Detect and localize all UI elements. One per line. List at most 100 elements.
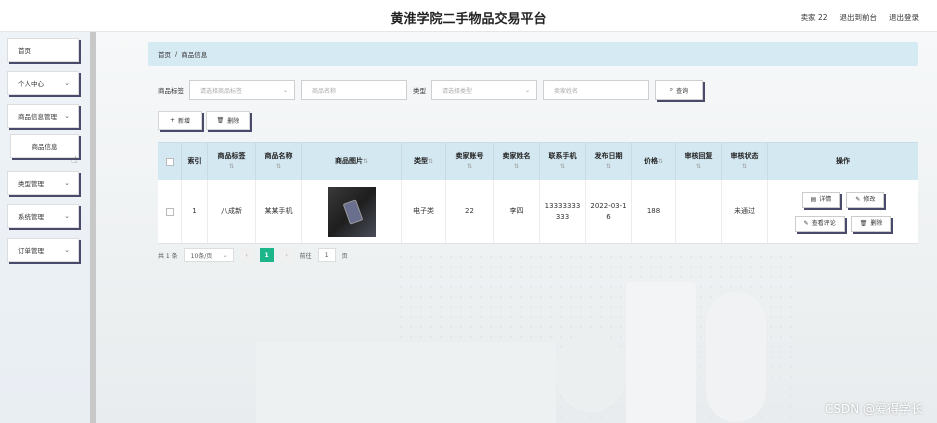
sidebar-item-goods-management[interactable]: 商品信息管理 ⌄ [7,104,79,128]
view-reviews-button[interactable]: ✎ 查看评论 [794,215,845,232]
goto-label: 前往 [299,252,312,260]
prev-page-button[interactable]: ‹ [239,248,254,262]
page-size-select[interactable]: 10条/页 ⌄ [183,248,234,262]
header-label: 卖家姓名 [502,152,531,161]
view-reviews-label: 查看评论 [811,220,836,227]
header-date[interactable]: 发布日期 ⇅ [586,143,632,180]
select-all-checkbox[interactable] [165,157,174,166]
sidebar-item-type-management[interactable]: 类型管理 ⌄ [7,171,79,195]
row-delete-button[interactable]: 🗑 删除 [850,215,892,232]
logout-link[interactable]: 退出登录 [889,12,919,23]
type-select-placeholder: 请选择类型 [442,87,473,95]
sidebar-item-home[interactable]: 首页 [7,38,79,62]
sidebar-item-label: 系统管理 [18,213,44,221]
table-header: 索引 商品标签 ⇅ 商品名称 ⇅ 商品图片 ⇅ 类型 ⇅ 卖家账号 ⇅ 卖家姓名 ⇅ 联… [158,142,918,180]
mouse-cursor-icon: ☝ [71,155,78,166]
sort-icon: ⇅ [466,162,473,170]
cell-phone: 13333333333 [540,180,586,243]
header-seller-account[interactable]: 卖家账号 ⇅ [446,143,494,180]
tag-select[interactable]: 请选择商品标签 ⌄ [189,80,295,100]
breadcrumb-home[interactable]: 首页 [158,49,171,59]
sidebar-item-order-management[interactable]: 订单管理 ⌄ [7,238,79,262]
cell-name: 某某手机 [256,180,302,243]
delete-button-label: 删除 [227,118,240,125]
table-row: 1 八成新 某某手机 电子类 22 李四 13333333333 2022-03… [158,180,918,244]
row-actions-bottom: ✎ 查看评论 🗑 删除 [794,215,892,232]
chevron-down-icon: ⌄ [64,112,70,120]
trash-icon: 🗑 [216,117,225,124]
cell-type: 电子类 [402,180,446,243]
user-name: 卖家 22 [800,13,828,22]
main-content: 首页 / 商品信息 商品标签 请选择商品标签 ⌄ 商品名称 类型 请选择类型 ⌄… [96,32,937,423]
header-price[interactable]: 价格 ⇅ [632,143,676,180]
page-number-current[interactable]: 1 [259,248,274,262]
page-title: 黄淮学院二手物品交易平台 [390,12,547,27]
background-shape [706,292,766,422]
sort-icon: ⇅ [228,162,235,170]
header-image[interactable]: 商品图片 ⇅ [302,143,402,180]
header-label: 类型 [413,156,428,165]
cell-seller-name: 李四 [494,180,540,243]
breadcrumb: 首页 / 商品信息 [148,42,918,66]
name-input-placeholder: 商品名称 [312,87,337,95]
header-label: 卖家账号 [455,152,484,161]
search-button-label: 查询 [676,87,689,95]
header-reply[interactable]: 审核回复 ⇅ [676,143,722,180]
search-icon: ⌕ [669,86,674,93]
back-to-front-link[interactable]: 退出到前台 [840,12,878,23]
edit-button-label: 修改 [863,196,876,203]
header-label: 发布日期 [594,152,623,161]
row-delete-label: 删除 [870,220,883,227]
goods-thumbnail[interactable] [327,186,376,237]
sort-icon: ⇅ [657,157,664,165]
background-shape [626,282,696,423]
sort-icon: ⇅ [275,162,282,170]
tag-select-placeholder: 请选择商品标签 [200,87,243,95]
chevron-down-icon: ⌄ [64,179,70,187]
cell-image [302,180,402,243]
next-page-button[interactable]: › [279,248,294,262]
type-select[interactable]: 请选择类型 ⌄ [431,80,537,100]
action-row: + 新增 🗑 删除 [158,111,250,130]
header-status[interactable]: 审核状态 ⇅ [722,143,768,180]
add-button[interactable]: + 新增 [158,111,202,130]
seller-input[interactable]: 卖家姓名 [543,80,649,100]
breadcrumb-current: 商品信息 [181,51,208,59]
breadcrumb-separator: / [175,50,178,58]
edit-button[interactable]: ✎ 修改 [846,191,885,208]
header-checkbox-cell [158,143,182,180]
header-phone[interactable]: 联系手机 ⇅ [540,143,586,180]
cell-index: 1 [182,180,208,243]
name-input[interactable]: 商品名称 [301,80,407,100]
search-button[interactable]: ⌕ 查询 [655,80,703,100]
tag-label: 商品标签 [158,87,184,95]
header-label: 联系手机 [548,152,577,161]
sidebar-item-system-management[interactable]: 系统管理 ⌄ [7,204,79,228]
chevron-down-icon: ⌄ [64,212,70,220]
header-label: 审核状态 [730,152,759,161]
header-label: 商品名称 [264,152,293,161]
header-label: 价格 [643,156,658,165]
page-suffix: 页 [341,252,348,260]
phone-image [342,198,363,225]
header-tag[interactable]: 商品标签 ⇅ [208,143,256,180]
header-label: 索引 [187,156,202,165]
chevron-down-icon: ⌄ [64,79,70,87]
header-type[interactable]: 类型 ⇅ [402,143,446,180]
sidebar-subitem-goods-info[interactable]: 商品信息 [10,134,79,158]
header-label: 商品标签 [217,152,246,161]
detail-button[interactable]: ▤ 详情 [801,191,841,208]
header-name[interactable]: 商品名称 ⇅ [256,143,302,180]
row-checkbox[interactable] [165,207,174,216]
sidebar-item-label: 首页 [18,47,31,55]
goto-page-input[interactable]: 1 [317,248,336,262]
header-seller-name[interactable]: 卖家姓名 ⇅ [494,143,540,180]
cell-ops: ▤ 详情 ✎ 修改 ✎ 查看评论 🗑 删除 [768,180,918,243]
add-button-label: 新增 [178,118,191,125]
row-actions: ▤ 详情 ✎ 修改 ✎ 查看评论 🗑 删除 [794,191,892,232]
chevron-down-icon: ⌄ [64,246,70,254]
delete-button[interactable]: 🗑 删除 [206,111,250,130]
pagination: 共 1 条 10条/页 ⌄ ‹ 1 › 前往 1 页 [158,248,348,262]
sidebar-item-personal-center[interactable]: 个人中心 ⌄ [7,71,79,95]
sort-icon: ⇅ [695,162,702,170]
